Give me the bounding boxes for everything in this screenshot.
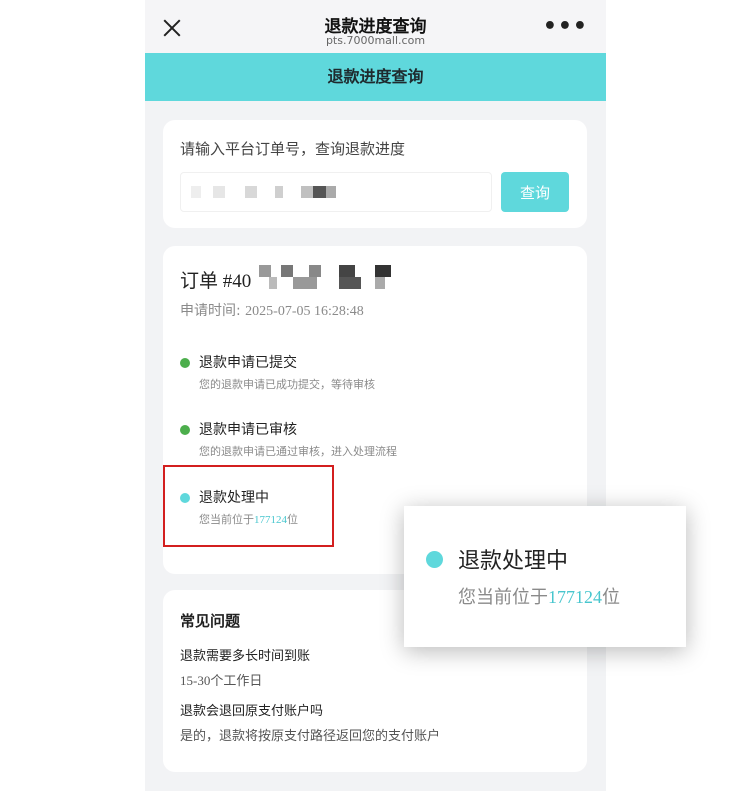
application-time: 申请时间: 2025-07-05 16:28:48	[180, 300, 364, 320]
zoom-callout: 退款处理中 您当前位于177124位	[404, 506, 686, 647]
redacted-order-suffix	[259, 265, 409, 289]
application-time-value: 2025-07-05 16:28:48	[245, 304, 364, 319]
redacted-order-number	[191, 186, 341, 198]
faq-answer: 15-30个工作日	[180, 673, 263, 688]
status-dot-icon	[426, 551, 443, 568]
page-url: pts.7000mall.com	[325, 34, 426, 47]
zoom-step-description: 您当前位于177124位	[458, 583, 620, 609]
order-number-input[interactable]	[180, 172, 492, 212]
step-description: 您的退款申请已成功提交，等待审核	[199, 378, 375, 391]
zoom-step-title: 退款处理中	[458, 549, 569, 574]
order-number: 订单 #40	[180, 266, 251, 293]
more-options-icon[interactable]: •••	[543, 16, 588, 38]
status-dot-icon	[180, 425, 190, 435]
faq-question: 退款会退回原支付账户吗	[180, 704, 324, 719]
header-banner: 退款进度查询	[145, 53, 606, 101]
faq-question: 退款需要多长时间到账	[180, 649, 311, 664]
search-card: 请输入平台订单号，查询退款进度 查询	[163, 120, 587, 228]
step-description: 您的退款申请已通过审核，进入处理流程	[199, 445, 397, 458]
search-hint: 请输入平台订单号，查询退款进度	[180, 140, 406, 158]
status-dot-icon	[180, 358, 190, 368]
highlight-box	[163, 465, 334, 547]
step-title: 退款申请已审核	[199, 422, 297, 438]
step-title: 退款申请已提交	[199, 355, 297, 371]
queue-position: 177124	[548, 587, 602, 607]
search-button[interactable]: 查询	[501, 172, 569, 212]
faq-title: 常见问题	[180, 612, 241, 630]
queue-text-before: 您当前位于	[458, 587, 548, 608]
application-time-label: 申请时间:	[180, 303, 241, 319]
phone-screen: 退款进度查询 pts.7000mall.com ••• 退款进度查询 请输入平台…	[145, 0, 606, 791]
queue-text-after: 位	[602, 587, 620, 608]
order-number-prefix: 订单 #40	[180, 271, 252, 292]
title-bar: 退款进度查询 pts.7000mall.com •••	[145, 0, 606, 53]
faq-answer: 是的，退款将按原支付路径返回您的支付账户	[180, 729, 441, 744]
